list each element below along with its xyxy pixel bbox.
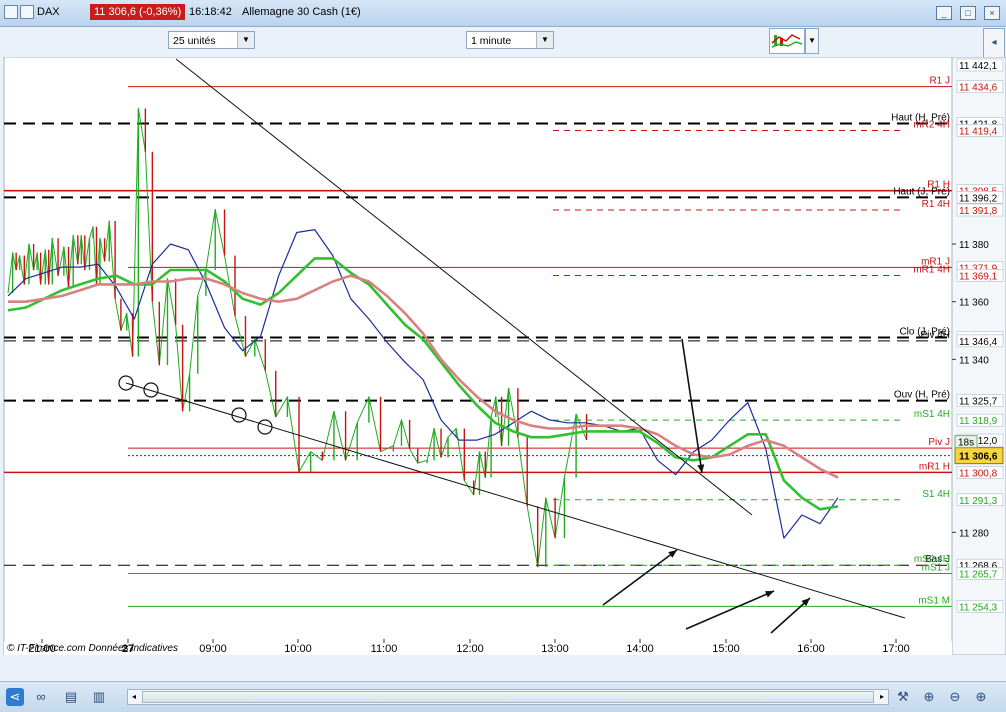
units-select[interactable]: 25 unités ▼ [168,31,255,49]
x-tick-label: 15:00 [712,643,740,655]
zoom-fit-icon[interactable]: ⊕ [920,688,938,706]
price-label: 11 391,8 [959,206,998,217]
level-label: Haut (J, Pré) [893,186,950,197]
tools-icon[interactable]: ⚒ [894,688,912,706]
level-label: Piv J [928,437,950,448]
price-label: 11 265,7 [959,570,998,581]
price-label: 11 291,3 [959,496,998,507]
close-icon[interactable]: × [984,6,1000,20]
table-icon[interactable]: ▤ [62,688,80,706]
countdown-label: 18s [958,438,974,449]
scroll-thumb[interactable] [142,691,874,703]
price-label: 11 300,8 [959,468,998,479]
x-tick-label: 10:00 [284,643,312,655]
watermark: © IT-Finance.com Données indicatives [7,643,178,654]
symbol-label: DAX [37,6,60,18]
x-tick-label: 14:00 [626,643,654,655]
scroll-left-icon[interactable]: ◂ [128,690,140,704]
price-chart[interactable]: R1 JHaut (H, Pré)mR2 4HR1 HHaut (J, Pré)… [0,56,1006,656]
orders-icon[interactable]: ▥ [90,688,108,706]
level-label: Ouv (H, Pré) [894,390,950,401]
scroll-right-icon[interactable]: ▸ [876,690,888,704]
units-select-value: 25 unités [173,35,216,47]
instrument-name: Allemagne 30 Cash (1€) [242,6,361,18]
chart-toolbar: 25 unités ▼ 1 minute ▼ ▼ ◂ [0,27,1006,58]
x-tick-label: 17:00 [882,643,910,655]
level-label: S1 4H [922,489,950,500]
time-scrollbar[interactable]: ◂ ▸ [127,689,889,705]
link-icon[interactable]: ∞ [32,688,50,706]
x-tick-label: 12:00 [456,643,484,655]
y-tick-label: 11 340 [959,355,989,366]
title-bar: DAX 11 306,6 (-0,36%) 16:18:42 Allemagne… [0,0,1006,27]
zoom-in-icon[interactable]: ⊕ [972,688,990,706]
price-label: 11 434,6 [959,83,998,94]
clock-time: 16:18:42 [189,6,232,18]
price-label: 11 396,2 [959,193,998,204]
x-tick-label: 16:00 [797,643,825,655]
chart-area[interactable]: R1 J Haut (H, Pré) mR2 4H R1 H Haut (J, Pré)… [0,56,1006,656]
x-tick-label: 09:00 [199,643,227,655]
price-label: 11 369,1 [959,271,998,282]
minimize-icon[interactable]: _ [936,6,952,20]
level-label: mS1 J [922,563,950,574]
price-label: 11 318,9 [959,416,998,427]
current-price-label: 11 306,6 [959,452,998,463]
price-label: 11 325,7 [959,397,998,408]
interval-select[interactable]: 1 minute ▼ [466,31,554,49]
interval-select-value: 1 minute [471,35,512,47]
side-panel-toggle-icon[interactable]: ◂ [983,28,1005,58]
zoom-out-icon[interactable]: ⊖ [946,688,964,706]
level-label: mS1 M [918,595,950,606]
bottom-toolbar: ⋖ ∞ ▤ ▥ ◂ ▸ ⚒ ⊕ ⊖ ⊕ [0,681,1006,712]
indicator-chart-icon[interactable] [769,28,805,54]
y-tick-label: 11 280 [959,528,989,539]
chevron-down-icon[interactable]: ▼ [805,28,819,54]
price-label: 11 254,3 [959,602,998,613]
level-label: mR1 4H [913,264,950,275]
level-label: mS1 4H [914,409,950,420]
x-tick-label: 13:00 [541,643,569,655]
y-tick-label: 11 360 [959,298,989,309]
chevron-down-icon[interactable]: ▼ [237,32,254,48]
window-menu-icon[interactable] [20,5,34,19]
share-icon[interactable]: ⋖ [6,688,24,706]
level-label: R1 4H [922,199,950,210]
y-tick-label: 11 380 [959,240,989,251]
level-label: R1 J [929,76,950,87]
x-tick-label: 11:00 [371,643,398,655]
level-label: mR1 H [919,461,950,472]
level-label: Piv 4H [921,330,950,341]
price-label: 11 419,4 [959,126,998,137]
app-icon[interactable] [4,5,18,19]
price-label: 11 442,1 [959,61,998,72]
maximize-icon[interactable]: □ [960,6,976,20]
level-label: mR2 4H [913,119,950,130]
price-label: 11 346,4 [959,337,998,348]
price-badge: 11 306,6 (-0,36%) [90,4,186,20]
chevron-down-icon[interactable]: ▼ [536,32,553,48]
